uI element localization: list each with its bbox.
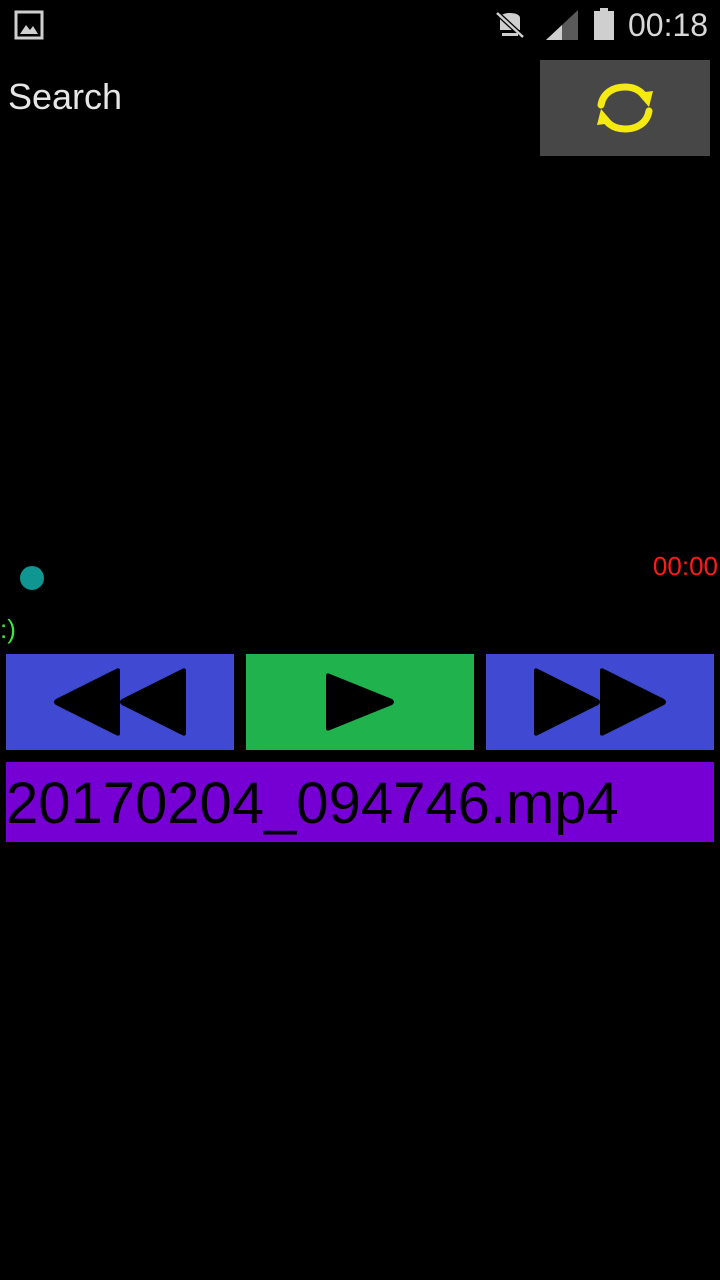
- fast-forward-button[interactable]: [486, 654, 714, 750]
- file-name: 20170204_094746.mp4: [6, 771, 619, 836]
- status-time: 00:18: [628, 7, 709, 43]
- status-bar: 00:18: [0, 0, 720, 50]
- gallery-notification-icon: [14, 10, 44, 40]
- rewind-button[interactable]: [6, 654, 234, 750]
- battery-icon: [594, 8, 614, 40]
- seek-handle[interactable]: [20, 566, 44, 590]
- status-text: :): [0, 614, 16, 644]
- mute-icon: [495, 11, 525, 39]
- refresh-icon: [597, 83, 653, 133]
- signal-icon: [546, 10, 578, 40]
- search-label[interactable]: Search: [8, 76, 122, 118]
- play-icon: [326, 673, 394, 731]
- play-button[interactable]: [246, 654, 474, 750]
- file-name-bar[interactable]: 20170204_094746.mp4: [6, 762, 714, 842]
- time-readout: 00:00: [652, 551, 718, 581]
- rewind-icon: [54, 668, 186, 736]
- fast-forward-icon: [534, 668, 666, 736]
- refresh-button[interactable]: [540, 60, 710, 156]
